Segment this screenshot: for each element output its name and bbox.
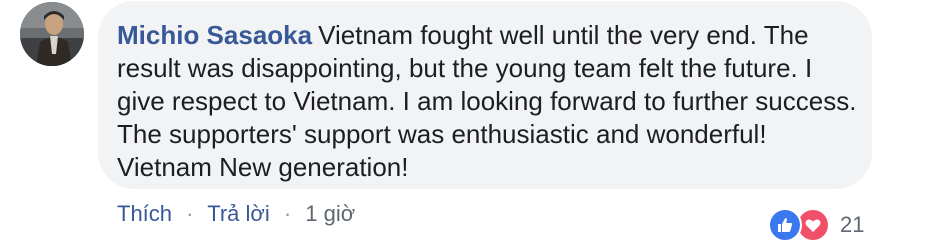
comment-body: Michio Sasaoka Vietnam fought well until … [117,19,867,184]
reaction-summary[interactable]: 21 [768,207,864,243]
profile-photo [20,2,84,66]
like-button[interactable]: Thích [117,201,172,226]
like-icon [768,208,802,242]
avatar[interactable] [20,2,84,66]
comment-timestamp[interactable]: 1 giờ [305,201,355,226]
separator: · [283,201,292,226]
separator: · [186,201,194,226]
reply-button[interactable]: Trả lời [207,201,270,226]
comment-actions: Thích · Trả lời · 1 giờ [117,201,355,227]
comment-author[interactable]: Michio Sasaoka [117,20,312,50]
reaction-count: 21 [840,212,865,237]
